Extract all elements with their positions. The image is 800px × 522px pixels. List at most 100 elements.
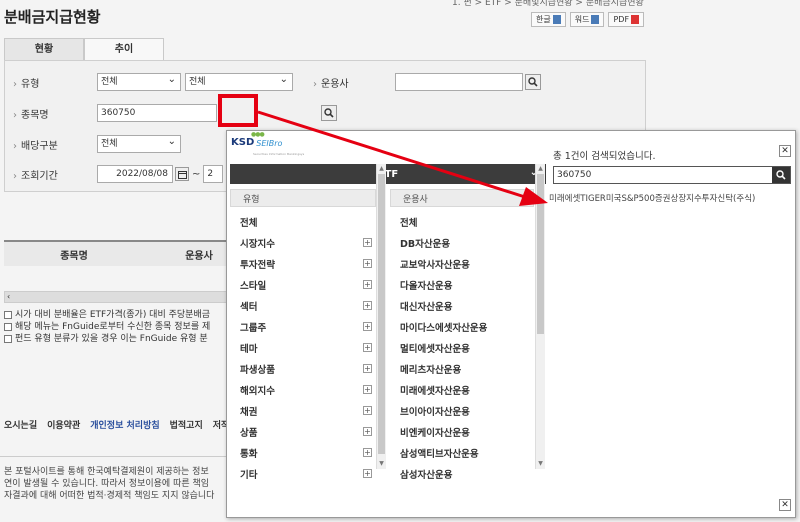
horizontal-scrollbar[interactable]: ‹ <box>4 291 244 303</box>
filter-row-type: 유형 전체 전체 운용사 <box>13 72 541 91</box>
manager-list-item[interactable]: 교보악사자산운용 <box>390 253 534 274</box>
type-header: 유형 <box>230 189 376 207</box>
period-to-input[interactable]: 2 <box>203 165 224 183</box>
type-list: 전체 시장지수 + 투자전략 + 스타일 + 섹터 + 그룹주 + 테마 + 파생상품 + 해외지수 + 채권 + 상… <box>230 207 376 484</box>
manager-list-item[interactable]: 멀티에셋자산운용 <box>390 337 534 358</box>
manager-list-item[interactable]: 브이아이자산운용 <box>390 400 534 421</box>
manager-list-item[interactable]: 삼성자산운용 <box>390 463 534 484</box>
footer-links: 오시는길 이용약관 개인정보 처리방침 법적고지 저작 <box>4 418 229 431</box>
type-list-item[interactable]: 해외지수 + <box>230 379 376 400</box>
pdf-export-button[interactable]: PDF <box>608 12 645 27</box>
popup-search-input[interactable]: 360750 <box>554 167 772 183</box>
expand-icon[interactable]: + <box>363 280 372 289</box>
type-label: 유형 <box>13 75 97 90</box>
manager-column: 운용사 전체 DB자산운용 교보악사자산운용 다올자산운용 대신자산운용 마이다스에셋자산… <box>390 189 534 494</box>
notes: 시가 대비 분배율은 ETF가격(종가) 대비 주당분배금 해당 메뉴는 FnG… <box>4 309 210 345</box>
calendar-icon <box>177 170 187 179</box>
footer-link-privacy[interactable]: 개인정보 처리방침 <box>90 418 159 431</box>
tab-status[interactable]: 현황 <box>4 38 84 60</box>
type-select-1[interactable]: 전체 <box>97 72 181 91</box>
item-label: 종목명 <box>13 106 97 121</box>
footer-link-legal[interactable]: 법적고지 <box>170 418 203 431</box>
tab-trend[interactable]: 추이 <box>84 38 164 60</box>
col-header-item: 종목명 <box>60 250 88 262</box>
range-tilde: ~ <box>192 168 201 180</box>
page-title: 분배금지급현황 <box>4 8 101 26</box>
expand-icon[interactable]: + <box>363 238 372 247</box>
type-list-item[interactable]: 스타일 + <box>230 274 376 295</box>
expand-icon[interactable]: + <box>363 469 372 478</box>
footer-link-terms[interactable]: 이용약관 <box>47 418 80 431</box>
calendar-button[interactable] <box>175 167 189 181</box>
type-list-item[interactable]: 투자전략 + <box>230 253 376 274</box>
pdf-icon <box>631 15 640 24</box>
manager-list-item[interactable]: 비엔케이자산운용 <box>390 421 534 442</box>
filter-row-period: 조회기간 2022/08/08 ~ 2 <box>13 165 224 183</box>
manager-input[interactable] <box>395 73 523 91</box>
word-export-button[interactable]: 워드 <box>569 12 605 27</box>
manager-list-item[interactable]: 마이다스에셋자산운용 <box>390 316 534 337</box>
period-from-input[interactable]: 2022/08/08 <box>97 165 173 183</box>
footer-disclaimer: 본 포털사이트를 통해 한국예탁결제원이 제공하는 정보 연이 발생될 수 있습… <box>4 467 215 501</box>
type-list-item[interactable]: 섹터 + <box>230 295 376 316</box>
type-list-item[interactable]: 전체 <box>230 211 376 232</box>
manager-list-item[interactable]: 메리츠자산운용 <box>390 358 534 379</box>
note-item: 펀드 유형 분류가 있을 경우 이는 FnGuide 유형 분 <box>4 333 210 345</box>
type-list-item[interactable]: 시장지수 + <box>230 232 376 253</box>
word-icon <box>591 15 600 24</box>
manager-list-item[interactable]: DB자산운용 <box>390 232 534 253</box>
expand-icon[interactable]: + <box>363 343 372 352</box>
ksd-seibro-logo: KSD SEIBro ●●● Securities Information Ba… <box>231 131 305 156</box>
manager-list-item[interactable]: 미래에셋자산운용 <box>390 379 534 400</box>
note-item: 해당 메뉴는 FnGuide로부터 수신한 종목 정보를 제 <box>4 321 210 333</box>
filter-row-distribution: 배당구분 전체 <box>13 134 181 153</box>
period-label: 조회기간 <box>13 167 97 182</box>
view-tabs: 현황 추이 <box>4 38 164 60</box>
results-panel: 총 1건이 검색되었습니다. 360750 미래에셋TIGER미국S&P500증… <box>547 146 793 491</box>
highlight-box <box>218 94 258 127</box>
expand-icon[interactable]: + <box>363 301 372 310</box>
manager-list-item[interactable]: 삼성액티브자산운용 <box>390 442 534 463</box>
category-select[interactable]: ETF ⌄ <box>230 164 546 184</box>
manager-label: 운용사 <box>313 75 395 90</box>
type-scrollbar[interactable]: ▲ ▼ <box>376 164 386 469</box>
expand-icon[interactable]: + <box>363 406 372 415</box>
distribution-select[interactable]: 전체 <box>97 134 181 153</box>
result-count: 총 1건이 검색되었습니다. <box>553 151 656 162</box>
item-search-button[interactable] <box>321 105 337 121</box>
expand-icon[interactable]: + <box>363 259 372 268</box>
type-list-item[interactable]: 통화 + <box>230 442 376 463</box>
type-list-item[interactable]: 기타 + <box>230 463 376 484</box>
type-list-item[interactable]: 테마 + <box>230 337 376 358</box>
expand-icon[interactable]: + <box>363 385 372 394</box>
popup-search-button[interactable] <box>772 167 790 183</box>
type-list-item[interactable]: 채권 + <box>230 400 376 421</box>
export-buttons: 한글 워드 PDF <box>531 12 645 27</box>
info-icon <box>4 311 12 319</box>
expand-icon[interactable]: + <box>363 322 372 331</box>
manager-header: 운용사 <box>390 189 534 207</box>
manager-list-item[interactable]: 다올자산운용 <box>390 274 534 295</box>
manager-list-item[interactable]: 전체 <box>390 211 534 232</box>
item-search-popup: KSD SEIBro ●●● Securities Information Ba… <box>226 130 796 518</box>
expand-icon[interactable]: + <box>363 427 372 436</box>
popup-search-box: 360750 <box>553 166 791 184</box>
info-icon <box>4 335 12 343</box>
footer-link-directions[interactable]: 오시는길 <box>4 418 37 431</box>
item-name-input[interactable]: 360750 <box>97 104 217 122</box>
type-list-item[interactable]: 그룹주 + <box>230 316 376 337</box>
type-select-2[interactable]: 전체 <box>185 72 293 91</box>
manager-list-item[interactable]: 대신자산운용 <box>390 295 534 316</box>
type-list-item[interactable]: 파생상품 + <box>230 358 376 379</box>
expand-icon[interactable]: + <box>363 448 372 457</box>
manager-scrollbar[interactable]: ▲ ▼ <box>535 164 545 469</box>
manager-search-button[interactable] <box>525 74 541 90</box>
category-panel: ETF ⌄ 유형 전체 시장지수 + 투자전략 + 스타일 + 섹터 + 그룹주 + 테마 + 파생상품 +… <box>230 164 546 516</box>
expand-icon[interactable]: + <box>363 364 372 373</box>
search-result-item[interactable]: 미래에셋TIGER미국S&P500증권상장지수투자신탁(주식) <box>549 192 755 204</box>
info-icon <box>4 323 12 331</box>
filter-row-item: 종목명 360750 <box>13 104 337 122</box>
hwp-export-button[interactable]: 한글 <box>531 12 566 27</box>
close-icon[interactable]: ✕ <box>779 499 791 511</box>
type-list-item[interactable]: 상품 + <box>230 421 376 442</box>
